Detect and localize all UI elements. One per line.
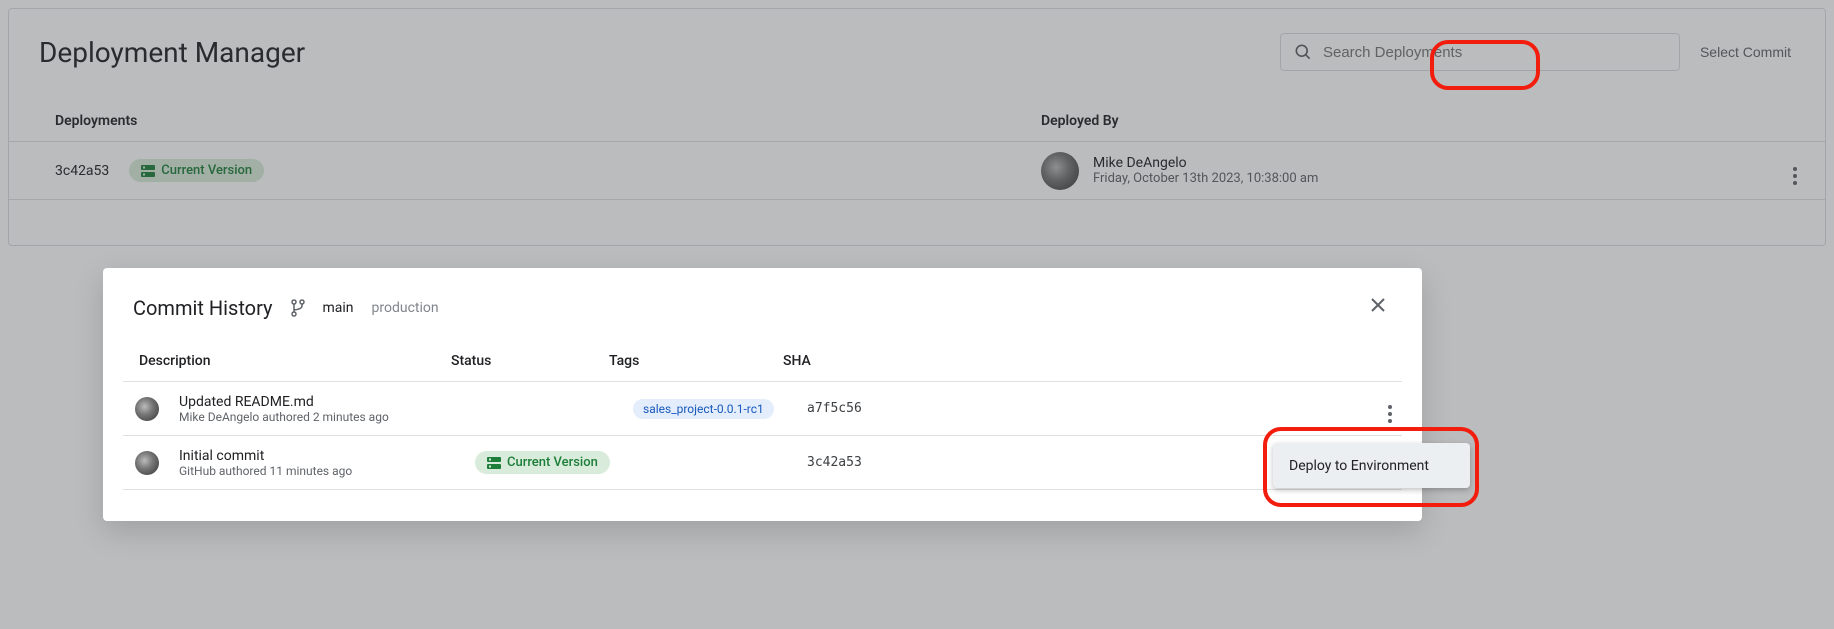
col-header-description: Description bbox=[123, 353, 451, 369]
commit-sha: a7f5c56 bbox=[807, 401, 1388, 416]
current-version-badge: Current Version bbox=[475, 451, 610, 474]
commit-row[interactable]: Updated README.md Mike DeAngelo authored… bbox=[123, 382, 1402, 436]
commit-row[interactable]: Initial commit GitHub authored 11 minute… bbox=[123, 436, 1402, 490]
close-icon bbox=[1370, 297, 1386, 313]
commit-title: Updated README.md bbox=[179, 394, 475, 410]
commit-subtitle: GitHub authored 11 minutes ago bbox=[179, 464, 475, 478]
avatar bbox=[135, 397, 159, 421]
commit-subtitle: Mike DeAngelo authored 2 minutes ago bbox=[179, 410, 475, 424]
branch-name[interactable]: main bbox=[323, 300, 354, 316]
commit-history-modal: Commit History main production Descripti… bbox=[103, 268, 1422, 521]
environment-name[interactable]: production bbox=[372, 300, 439, 316]
close-modal-button[interactable] bbox=[1364, 290, 1392, 325]
avatar bbox=[135, 451, 159, 475]
commit-table-head: Description Status Tags SHA bbox=[123, 339, 1402, 382]
modal-header: Commit History main production bbox=[103, 268, 1422, 339]
badge-label: Current Version bbox=[507, 455, 598, 470]
deploy-to-environment-menu-item[interactable]: Deploy to Environment bbox=[1273, 443, 1470, 488]
deploy-icon bbox=[487, 457, 501, 469]
col-header-status: Status bbox=[451, 353, 609, 369]
col-header-tags: Tags bbox=[609, 353, 783, 369]
commit-title: Initial commit bbox=[179, 448, 475, 464]
branch-icon bbox=[291, 299, 305, 317]
tag-chip[interactable]: sales_project-0.0.1-rc1 bbox=[633, 399, 774, 419]
more-vertical-icon bbox=[1388, 405, 1392, 423]
col-header-sha: SHA bbox=[783, 353, 1402, 369]
menu-item-label: Deploy to Environment bbox=[1289, 458, 1429, 474]
commit-row-actions[interactable] bbox=[1388, 394, 1402, 423]
modal-title: Commit History bbox=[133, 296, 273, 320]
